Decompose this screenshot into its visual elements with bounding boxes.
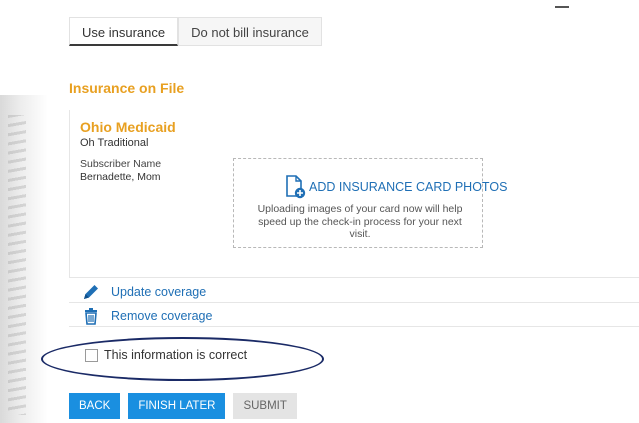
update-coverage-label: Update coverage <box>111 284 207 299</box>
confirm-checkbox[interactable] <box>85 348 98 362</box>
trash-icon <box>82 307 100 325</box>
confirm-label: This information is correct <box>104 348 248 362</box>
add-document-icon <box>284 175 306 199</box>
plan-type: Oh Traditional <box>80 137 149 149</box>
background-texture <box>0 95 48 423</box>
section-title: Insurance on File <box>69 80 185 96</box>
confirm-row: This information is correct <box>85 348 247 362</box>
tab-do-not-bill-insurance[interactable]: Do not bill insurance <box>178 17 322 46</box>
update-coverage-link[interactable]: Update coverage <box>69 281 639 303</box>
finish-later-button[interactable]: FINISH LATER <box>128 393 226 419</box>
upload-description: Uploading images of your card now will h… <box>257 203 463 240</box>
upload-header: ADD INSURANCE CARD PHOTOS <box>284 175 507 199</box>
subscriber-label: Subscriber Name <box>80 158 162 170</box>
pencil-icon <box>82 283 100 301</box>
remove-coverage-link[interactable]: Remove coverage <box>69 305 639 327</box>
remove-coverage-label: Remove coverage <box>111 308 213 323</box>
subscriber-value: Bernadette, Mom <box>80 171 161 183</box>
tab-use-insurance[interactable]: Use insurance <box>69 17 179 46</box>
back-button[interactable]: BACK <box>69 393 121 419</box>
insurance-tabs: Use insurance Do not bill insurance <box>69 17 322 46</box>
submit-button[interactable]: SUBMIT <box>233 393 297 419</box>
add-insurance-card-photos-dropzone[interactable]: ADD INSURANCE CARD PHOTOS Uploading imag… <box>233 158 507 248</box>
plan-name: Ohio Medicaid <box>80 119 176 135</box>
insurance-card: Ohio Medicaid Oh Traditional Subscriber … <box>69 110 639 278</box>
footer-buttons: BACK FINISH LATER SUBMIT <box>69 393 305 419</box>
minimize-icon <box>555 6 569 8</box>
upload-title: ADD INSURANCE CARD PHOTOS <box>309 180 508 194</box>
